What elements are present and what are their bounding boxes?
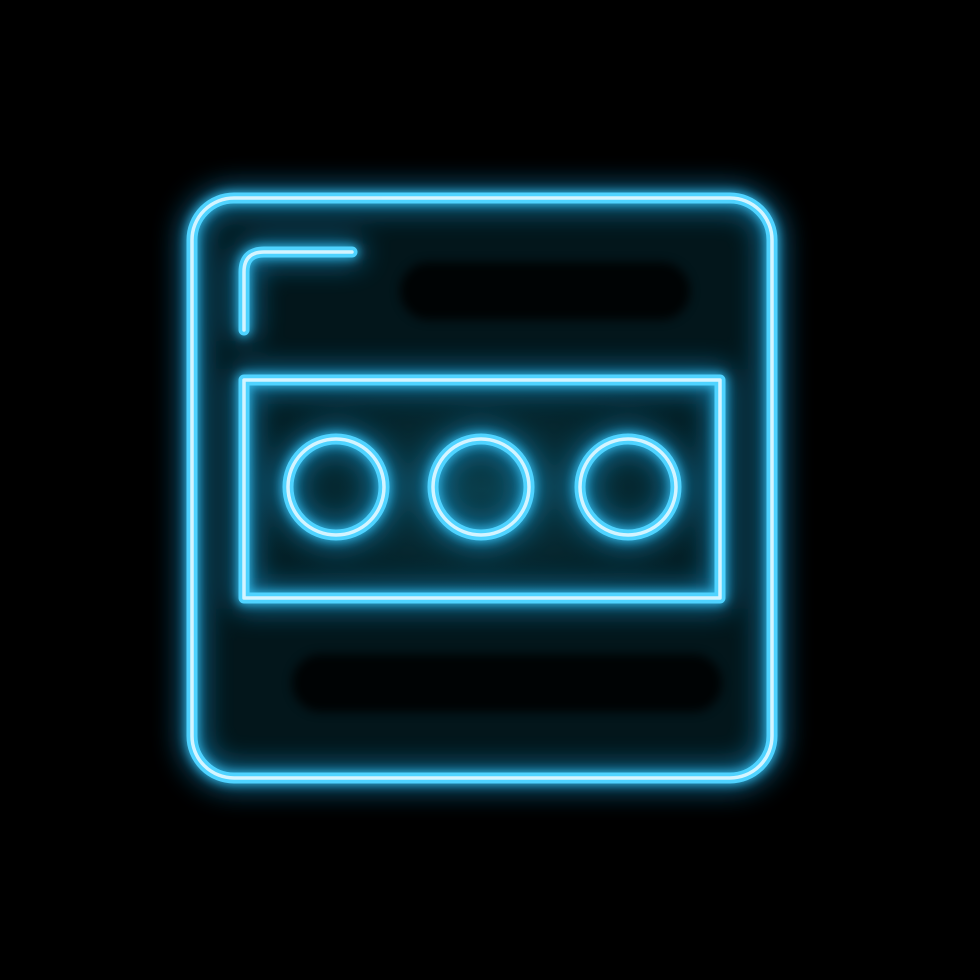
password-field-haze — [244, 380, 720, 598]
neon-icon-canvas — [0, 0, 980, 980]
header-line-shadow — [400, 262, 690, 320]
password-field-icon — [181, 187, 783, 789]
footer-line-shadow — [292, 654, 722, 712]
